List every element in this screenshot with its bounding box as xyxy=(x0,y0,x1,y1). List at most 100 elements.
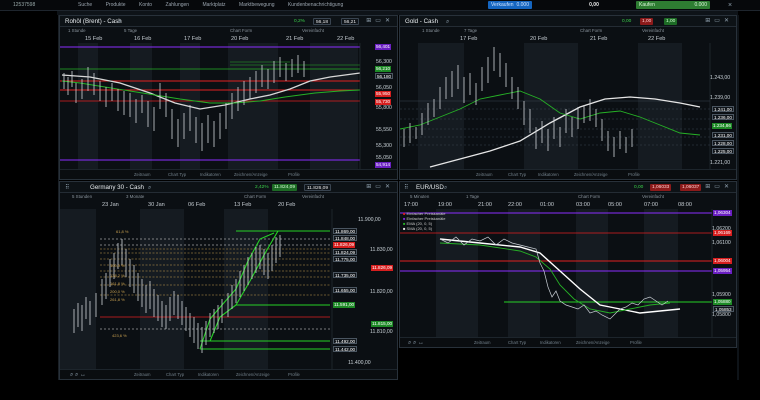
chart-form-select[interactable]: Chart Form xyxy=(244,193,266,201)
sell-price[interactable]: 11.824,09 xyxy=(272,184,297,191)
chart-area[interactable]: 56,300 56,050 55,800 55,550 55,300 55,05… xyxy=(60,43,398,171)
sell-price[interactable]: 56,18 xyxy=(313,18,332,25)
buy-price[interactable]: 1,06037 xyxy=(680,184,702,191)
legend-item[interactable]: ■ SMA (20, 0, 5) xyxy=(403,226,445,231)
footer-indicators[interactable]: Indikatoren xyxy=(198,370,219,379)
sell-price[interactable]: 1,00 xyxy=(640,18,654,25)
timeframe-select[interactable]: 5 Stunden xyxy=(72,193,92,201)
footer-profiles[interactable]: Profile xyxy=(288,170,300,179)
global-sell-box[interactable]: Verkaufen 0.000 xyxy=(488,1,532,9)
chart-form-select[interactable]: Chart Form xyxy=(578,193,600,201)
range-select[interactable]: 1 Tage xyxy=(466,193,479,201)
search-icon[interactable]: ⌕ xyxy=(446,16,449,27)
simplified-toggle[interactable]: Vereinfacht xyxy=(642,27,664,35)
footer-timeframe[interactable]: Zeitraum xyxy=(134,170,151,179)
footer-chart-type[interactable]: Chart Typ xyxy=(508,170,526,179)
date-axis: 23 Jan 30 Jan 06 Feb 13 Feb 20 Feb xyxy=(60,201,397,209)
buy-price[interactable]: 1,00 xyxy=(664,18,678,25)
footer-profiles[interactable]: Profile xyxy=(628,170,640,179)
footer-drawing[interactable]: Zeichnen/Anzeige xyxy=(234,170,268,179)
date-label: 15 Feb xyxy=(85,36,103,42)
nav-item-notifications[interactable]: Kundenbenachrichtigung xyxy=(288,2,343,8)
nav-item-products[interactable]: Produkte xyxy=(106,2,126,8)
timeframe-select[interactable]: 5 Minuten xyxy=(410,193,429,201)
price-tag: 55,730 xyxy=(375,99,392,105)
price-tag: 1,05853 xyxy=(713,306,734,312)
footer-indicators[interactable]: Indikatoren xyxy=(538,170,559,179)
footer-indicators[interactable]: Indikatoren xyxy=(540,338,561,347)
price-chart-svg[interactable] xyxy=(60,43,398,171)
date-label: 20 Feb xyxy=(530,36,548,42)
zoom-icon[interactable]: ⌕ ⌕ ↔ xyxy=(408,338,424,347)
panel-window-controls[interactable]: ⊞▭✕ xyxy=(705,182,733,193)
y-axis-label: 11.820,00 xyxy=(370,289,393,295)
price-tag: 11.655,00 xyxy=(333,287,358,293)
panel-window-controls[interactable]: ⊞▭✕ xyxy=(705,16,733,27)
panel-window-controls[interactable]: ⊞▭✕ xyxy=(366,182,394,193)
footer-chart-type[interactable]: Chart Typ xyxy=(168,170,186,179)
fibonacci-levels xyxy=(100,248,330,296)
nav-item-marketplace[interactable]: Marktplatz xyxy=(202,2,225,8)
nav-item-account[interactable]: Konto xyxy=(139,2,152,8)
date-label: 01:00 xyxy=(540,202,554,208)
chart-form-select[interactable]: Chart Form xyxy=(580,27,602,35)
nav-item-search[interactable]: Suche xyxy=(78,2,92,8)
footer-profiles[interactable]: Profile xyxy=(630,338,642,347)
y-axis-label: 1,06100 xyxy=(712,240,731,246)
chart-area[interactable]: 1.243,00 1.239,00 1.221,00 1.241,00 1.23… xyxy=(400,43,737,171)
drag-handle-icon[interactable]: ⠿ xyxy=(404,182,409,193)
date-label: 20 Feb xyxy=(231,36,249,42)
chart-area[interactable]: 61,8 % 100,0 % 138,2 % 161,8 % 200,0 % 2… xyxy=(60,209,397,371)
close-icon[interactable]: × xyxy=(728,0,732,11)
date-label: 20 Feb xyxy=(278,202,296,208)
timeframe-select[interactable]: 1 Stunde xyxy=(68,27,86,35)
global-buy-box[interactable]: Kaufen 0.000 xyxy=(636,1,710,9)
chart-area[interactable]: ■ Einfacher Preiskanäle ■ Einfacher Prei… xyxy=(400,209,737,339)
footer-indicators[interactable]: Indikatoren xyxy=(200,170,221,179)
y-axis-label: 1,05900 xyxy=(712,292,731,298)
y-axis-label: 56,300 xyxy=(376,59,392,65)
nav-item-payments[interactable]: Zahlungen xyxy=(165,2,189,8)
timeframe-select[interactable]: 1 Stunde xyxy=(422,27,440,35)
footer-drawing[interactable]: Zeichnen/Anzeige xyxy=(576,338,610,347)
y-axis-label: 55,300 xyxy=(376,143,392,149)
footer-drawing[interactable]: Zeichnen/Anzeige xyxy=(236,370,270,379)
footer-timeframe[interactable]: Zeitraum xyxy=(134,370,151,379)
buy-price[interactable]: 11.826,09 xyxy=(304,184,331,191)
buy-price[interactable]: 56,21 xyxy=(341,18,360,25)
date-label: 08:00 xyxy=(678,202,692,208)
simplified-toggle[interactable]: Vereinfacht xyxy=(642,193,664,201)
date-label: 22 Feb xyxy=(648,36,666,42)
panel-title-bar: Gold - Cash ⌕ 1,00 1,00 0,00 ⊞▭✕ xyxy=(400,16,736,27)
footer-chart-type[interactable]: Chart Typ xyxy=(166,370,184,379)
date-label: 30 Jan xyxy=(148,202,165,208)
search-icon[interactable]: ⌕ xyxy=(148,182,151,193)
range-select[interactable]: 5 Tage xyxy=(124,27,137,35)
simplified-toggle[interactable]: Vereinfacht xyxy=(302,193,324,201)
price-tag: 1,06169 xyxy=(713,230,732,236)
date-label: 07:00 xyxy=(644,202,658,208)
price-tag: 11.591,00 xyxy=(333,302,356,308)
footer-drawing[interactable]: Zeichnen/Anzeige xyxy=(574,170,608,179)
panel-window-controls[interactable]: ⊞▭✕ xyxy=(366,16,394,27)
drag-handle-icon[interactable]: ⠿ xyxy=(65,182,70,193)
footer-timeframe[interactable]: Zeitraum xyxy=(476,170,493,179)
search-icon[interactable]: ⌕ xyxy=(118,16,121,27)
chart-form-select[interactable]: Chart Form xyxy=(230,27,252,35)
footer-chart-type[interactable]: Chart Typ xyxy=(508,338,526,347)
footer-timeframe[interactable]: Zeitraum xyxy=(474,338,491,347)
sell-price[interactable]: 1,06033 xyxy=(650,184,672,191)
chart-toolbar: 1 Stunde 7 Tage Chart Form Vereinfacht xyxy=(400,27,736,35)
search-icon[interactable]: ⌕ xyxy=(444,182,447,193)
simplified-toggle[interactable]: Vereinfacht xyxy=(302,27,324,35)
price-chart-svg[interactable] xyxy=(400,43,737,171)
price-tag: 1,05954 xyxy=(713,268,732,274)
range-select[interactable]: 7 Tage xyxy=(464,27,477,35)
panel-title: Gold - Cash xyxy=(405,18,439,25)
zoom-icon[interactable]: ⌕ ⌕ ↔ xyxy=(70,370,86,379)
price-chart-svg[interactable] xyxy=(400,209,737,339)
nav-item-market-moves[interactable]: Marktbewegung xyxy=(239,2,275,8)
chart-footer-toolbar: Zeitraum Chart Typ Indikatoren Zeichnen/… xyxy=(60,169,397,179)
footer-profiles[interactable]: Profile xyxy=(288,370,300,379)
range-select[interactable]: 3 Monate xyxy=(126,193,144,201)
